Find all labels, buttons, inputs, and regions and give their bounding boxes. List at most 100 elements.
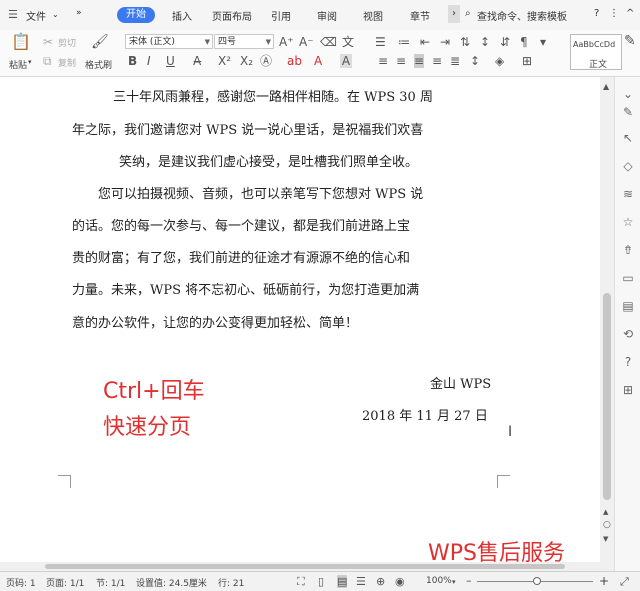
chinese-layout-icon[interactable]: ⇵ bbox=[500, 35, 510, 49]
zoom-out-button[interactable]: – bbox=[466, 574, 472, 587]
menu-file[interactable]: 文件 bbox=[26, 8, 46, 23]
adjust-icon[interactable]: ≋ bbox=[621, 187, 635, 201]
strikethrough-icon[interactable]: A̶ bbox=[193, 54, 201, 68]
underline-icon[interactable]: U bbox=[166, 54, 175, 68]
bold-icon[interactable]: B bbox=[128, 54, 137, 68]
tab-insert[interactable]: 插入 bbox=[172, 8, 192, 23]
decrease-indent-icon[interactable]: ⇤ bbox=[420, 35, 430, 49]
char-shading-icon[interactable]: A bbox=[340, 54, 352, 68]
copy-button-label[interactable]: 复制 bbox=[58, 56, 76, 69]
pen-icon[interactable]: ✎ bbox=[624, 34, 636, 48]
apps-grid-icon[interactable]: ⊞ bbox=[621, 383, 635, 397]
cut-button-label[interactable]: 剪切 bbox=[58, 36, 76, 49]
zoom-level[interactable]: 100% bbox=[426, 576, 452, 586]
tab-review[interactable]: 审阅 bbox=[317, 8, 337, 23]
tab-view[interactable]: 视图 bbox=[363, 8, 383, 23]
status-page-number[interactable]: 页码: 1 bbox=[6, 576, 36, 589]
document-canvas[interactable]: 三十年风雨兼程，感谢您一路相伴相随。在 WPS 30 周 年之际，我们邀请您对 … bbox=[0, 77, 600, 571]
chevron-right-icon[interactable]: » bbox=[76, 8, 82, 18]
scissors-icon[interactable]: ✂ bbox=[43, 35, 53, 49]
subscript-icon[interactable]: X₂ bbox=[240, 54, 253, 68]
help-circle-icon[interactable]: ? bbox=[621, 355, 635, 369]
search-icon[interactable]: ⌕ bbox=[465, 8, 471, 19]
horizontal-scroll-thumb[interactable] bbox=[45, 564, 565, 569]
font-color-icon[interactable]: A bbox=[314, 54, 322, 68]
prev-page-icon[interactable]: ▲ bbox=[603, 505, 608, 519]
fit-page-icon[interactable]: ⤢ bbox=[620, 575, 629, 589]
font-name-combo[interactable]: 宋体 (正文) ▼ bbox=[125, 34, 213, 49]
paragraph-dropdown-icon[interactable]: ▾ bbox=[540, 35, 546, 49]
help-icon[interactable]: ? bbox=[594, 8, 599, 19]
web-view-icon[interactable]: ⊕ bbox=[376, 575, 385, 588]
align-center-icon[interactable]: ≡ bbox=[396, 54, 406, 68]
paste-button-label[interactable]: 粘贴 bbox=[9, 58, 27, 71]
next-page-icon[interactable]: ▼ bbox=[603, 532, 608, 546]
archive-icon[interactable]: ▤ bbox=[621, 299, 635, 313]
edit-pen-icon[interactable]: ✎ bbox=[621, 105, 635, 119]
phonetic-guide-icon[interactable]: 文 bbox=[342, 35, 354, 49]
align-right-icon[interactable]: ≡ bbox=[432, 54, 442, 68]
style-normal[interactable]: AaBbCcDd 正文 bbox=[570, 34, 622, 70]
tab-scroll-right-icon[interactable]: › bbox=[448, 5, 460, 23]
tab-chapter[interactable]: 章节 bbox=[410, 8, 430, 23]
shading-icon[interactable]: ◈ bbox=[495, 54, 504, 68]
tab-home[interactable]: 开始 bbox=[117, 7, 155, 23]
grow-font-icon[interactable]: A⁺ bbox=[279, 35, 294, 49]
briefcase-icon[interactable]: ▭ bbox=[621, 271, 635, 285]
history-icon[interactable]: ⟲ bbox=[621, 327, 635, 341]
paragraph2-line2: 的话。您的每一次参与、每一个建议，都是我们前进路上宝 bbox=[72, 219, 411, 234]
tab-references[interactable]: 引用 bbox=[271, 8, 291, 23]
format-painter-label[interactable]: 格式刷 bbox=[85, 58, 112, 71]
read-mode-icon[interactable]: ▯ bbox=[318, 575, 324, 588]
page-view-icon[interactable]: ▤ bbox=[337, 575, 348, 588]
bullet-list-icon[interactable]: ☰ bbox=[375, 35, 386, 49]
text-effect-icon[interactable]: Ⓐ bbox=[260, 54, 272, 68]
zoom-slider-knob[interactable] bbox=[533, 577, 541, 585]
select-browse-icon[interactable]: ○ bbox=[603, 518, 611, 532]
fullscreen-icon[interactable]: ⛶ bbox=[297, 575, 305, 589]
more-options-icon[interactable]: ⋮ bbox=[609, 8, 619, 19]
pointer-icon[interactable]: ↖ bbox=[621, 131, 635, 145]
zoom-dropdown-icon[interactable]: ▾ bbox=[452, 578, 456, 586]
align-justify-icon[interactable]: ≡ bbox=[414, 54, 425, 68]
copy-icon[interactable]: ⧉ bbox=[43, 54, 52, 68]
collapse-ribbon-icon[interactable]: ^ bbox=[626, 8, 634, 19]
superscript-icon[interactable]: X² bbox=[218, 54, 231, 68]
sort-icon[interactable]: ⇅ bbox=[460, 35, 470, 49]
status-row[interactable]: 行: 21 bbox=[218, 576, 244, 589]
font-size-combo[interactable]: 四号 ▼ bbox=[214, 34, 274, 49]
line-spacing-icon[interactable]: ↕ bbox=[470, 54, 480, 68]
shapes-icon[interactable]: ◇ bbox=[621, 159, 635, 173]
hamburger-icon[interactable]: ☰ bbox=[8, 8, 18, 22]
distributed-align-icon[interactable]: ≣ bbox=[450, 54, 460, 68]
align-left-icon[interactable]: ≡ bbox=[378, 54, 388, 68]
command-search[interactable]: 查找命令、搜索模板 bbox=[477, 8, 567, 23]
format-painter-icon[interactable]: 🖌 bbox=[91, 35, 109, 49]
status-section[interactable]: 节: 1/1 bbox=[96, 576, 125, 589]
chevron-down-icon[interactable]: ⌄ bbox=[52, 10, 59, 19]
paste-dropdown-icon[interactable]: ▾ bbox=[28, 58, 32, 66]
shrink-font-icon[interactable]: A⁻ bbox=[299, 35, 314, 49]
show-hide-marks-icon[interactable]: ¶ bbox=[520, 35, 528, 49]
eye-protection-icon[interactable]: ◉ bbox=[395, 575, 405, 588]
zoom-in-button[interactable]: + bbox=[599, 574, 609, 588]
highlight-color-icon[interactable]: ab bbox=[287, 54, 302, 68]
tab-page-layout[interactable]: 页面布局 bbox=[212, 8, 252, 23]
borders-icon[interactable]: ⊞ bbox=[522, 54, 532, 68]
increase-indent-icon[interactable]: ⇥ bbox=[440, 35, 450, 49]
share-icon[interactable]: ⇮ bbox=[621, 243, 635, 257]
paste-icon[interactable]: 📋 bbox=[11, 34, 31, 50]
paragraph2-line5: 意的办公软件，让您的办公变得更加轻松、简单！ bbox=[72, 316, 359, 331]
clear-format-icon[interactable]: ⌫ bbox=[320, 35, 337, 49]
chevron-down-icon[interactable]: ⌄ bbox=[621, 87, 635, 101]
scroll-up-icon[interactable]: ▲ bbox=[603, 80, 609, 94]
outline-view-icon[interactable]: ☰ bbox=[356, 575, 366, 588]
star-icon[interactable]: ☆ bbox=[621, 215, 635, 229]
status-page-count[interactable]: 页面: 1/1 bbox=[46, 576, 84, 589]
numbered-list-icon[interactable]: ≔ bbox=[398, 35, 410, 49]
overlay-caption-line1: Ctrl+回车 bbox=[103, 379, 205, 404]
vertical-scroll-thumb[interactable] bbox=[603, 293, 611, 500]
status-setting-value[interactable]: 设置值: 24.5厘米 bbox=[136, 576, 207, 589]
italic-icon[interactable]: I bbox=[147, 54, 151, 68]
sort-az-icon[interactable]: ↕ bbox=[480, 35, 490, 49]
